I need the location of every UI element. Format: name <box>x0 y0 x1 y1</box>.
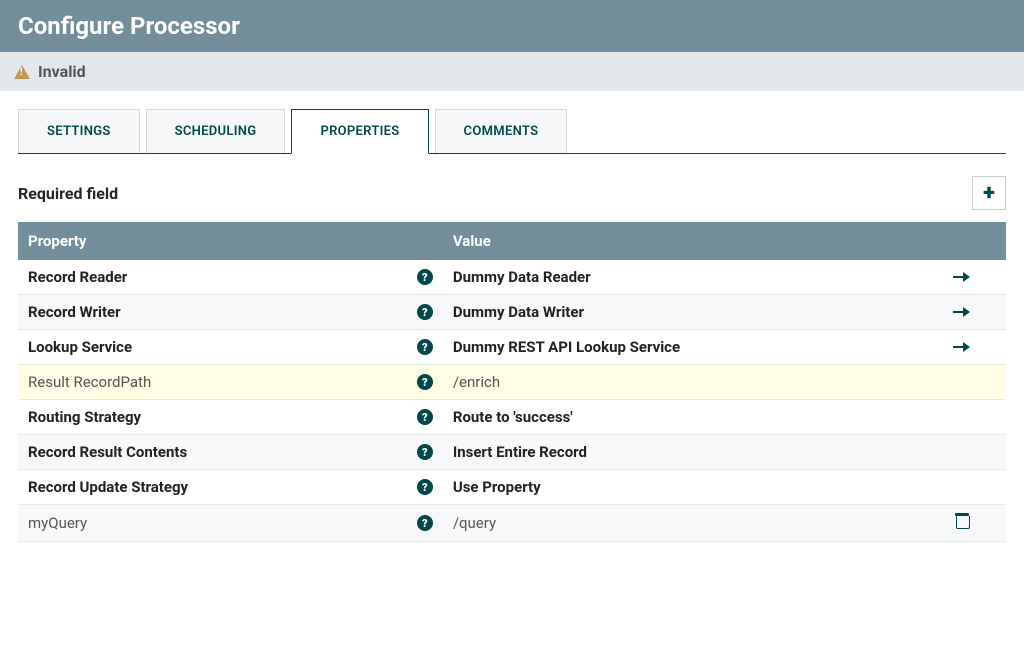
property-value[interactable]: Route to 'success' <box>453 408 573 426</box>
property-name: Record Writer <box>28 303 121 321</box>
property-value[interactable]: Insert Entire Record <box>453 443 587 461</box>
property-value[interactable]: /query <box>453 514 496 532</box>
tab-scheduling[interactable]: SCHEDULING <box>146 109 286 153</box>
col-header-actions <box>917 222 1006 260</box>
property-value[interactable]: Dummy REST API Lookup Service <box>453 338 680 356</box>
tab-comments[interactable]: COMMENTS <box>435 109 568 153</box>
add-property-button[interactable]: + <box>972 176 1006 210</box>
warning-icon <box>14 65 30 79</box>
tab-settings[interactable]: SETTINGS <box>18 109 140 153</box>
table-row: Record Writer? Dummy Data Writer <box>18 295 1006 330</box>
property-name: myQuery <box>28 514 87 532</box>
status-bar: Invalid <box>0 52 1024 91</box>
table-row: myQuery? /query <box>18 505 1006 542</box>
table-row: Record Reader? Dummy Data Reader <box>18 260 1006 295</box>
help-icon[interactable]: ? <box>417 304 433 320</box>
property-name: Routing Strategy <box>28 408 141 426</box>
status-text: Invalid <box>38 62 86 81</box>
tab-properties[interactable]: PROPERTIES <box>291 109 428 154</box>
property-value[interactable]: Dummy Data Reader <box>453 268 591 286</box>
property-value[interactable]: Use Property <box>453 478 541 496</box>
property-value[interactable]: /enrich <box>453 373 500 391</box>
dialog-title: Configure Processor <box>0 0 1024 52</box>
table-row: Routing Strategy? Route to 'success' <box>18 400 1006 435</box>
tab-bar: SETTINGSSCHEDULINGPROPERTIESCOMMENTS <box>18 109 1006 154</box>
property-value[interactable]: Dummy Data Writer <box>453 303 584 321</box>
table-row: Record Result Contents? Insert Entire Rec… <box>18 435 1006 470</box>
col-header-value: Value <box>443 222 917 260</box>
table-row: Record Update Strategy? Use Property <box>18 470 1006 505</box>
help-icon[interactable]: ? <box>417 374 433 390</box>
help-icon[interactable]: ? <box>417 479 433 495</box>
property-name: Record Result Contents <box>28 443 187 461</box>
col-header-property: Property <box>18 222 443 260</box>
trash-icon[interactable] <box>955 513 969 529</box>
property-name: Lookup Service <box>28 338 132 356</box>
property-name: Result RecordPath <box>28 373 151 391</box>
table-row: Result RecordPath? /enrich <box>18 365 1006 400</box>
properties-table: Property Value Record Reader? Dummy Data … <box>18 222 1006 542</box>
help-icon[interactable]: ? <box>417 515 433 531</box>
help-icon[interactable]: ? <box>417 269 433 285</box>
goto-icon[interactable] <box>953 342 971 352</box>
plus-icon: + <box>983 181 995 206</box>
section-title: Required field <box>18 184 118 203</box>
table-row: Lookup Service? Dummy REST API Lookup Ser… <box>18 330 1006 365</box>
property-name: Record Update Strategy <box>28 478 188 496</box>
goto-icon[interactable] <box>953 307 971 317</box>
help-icon[interactable]: ? <box>417 339 433 355</box>
help-icon[interactable]: ? <box>417 409 433 425</box>
property-name: Record Reader <box>28 268 127 286</box>
help-icon[interactable]: ? <box>417 444 433 460</box>
goto-icon[interactable] <box>953 272 971 282</box>
